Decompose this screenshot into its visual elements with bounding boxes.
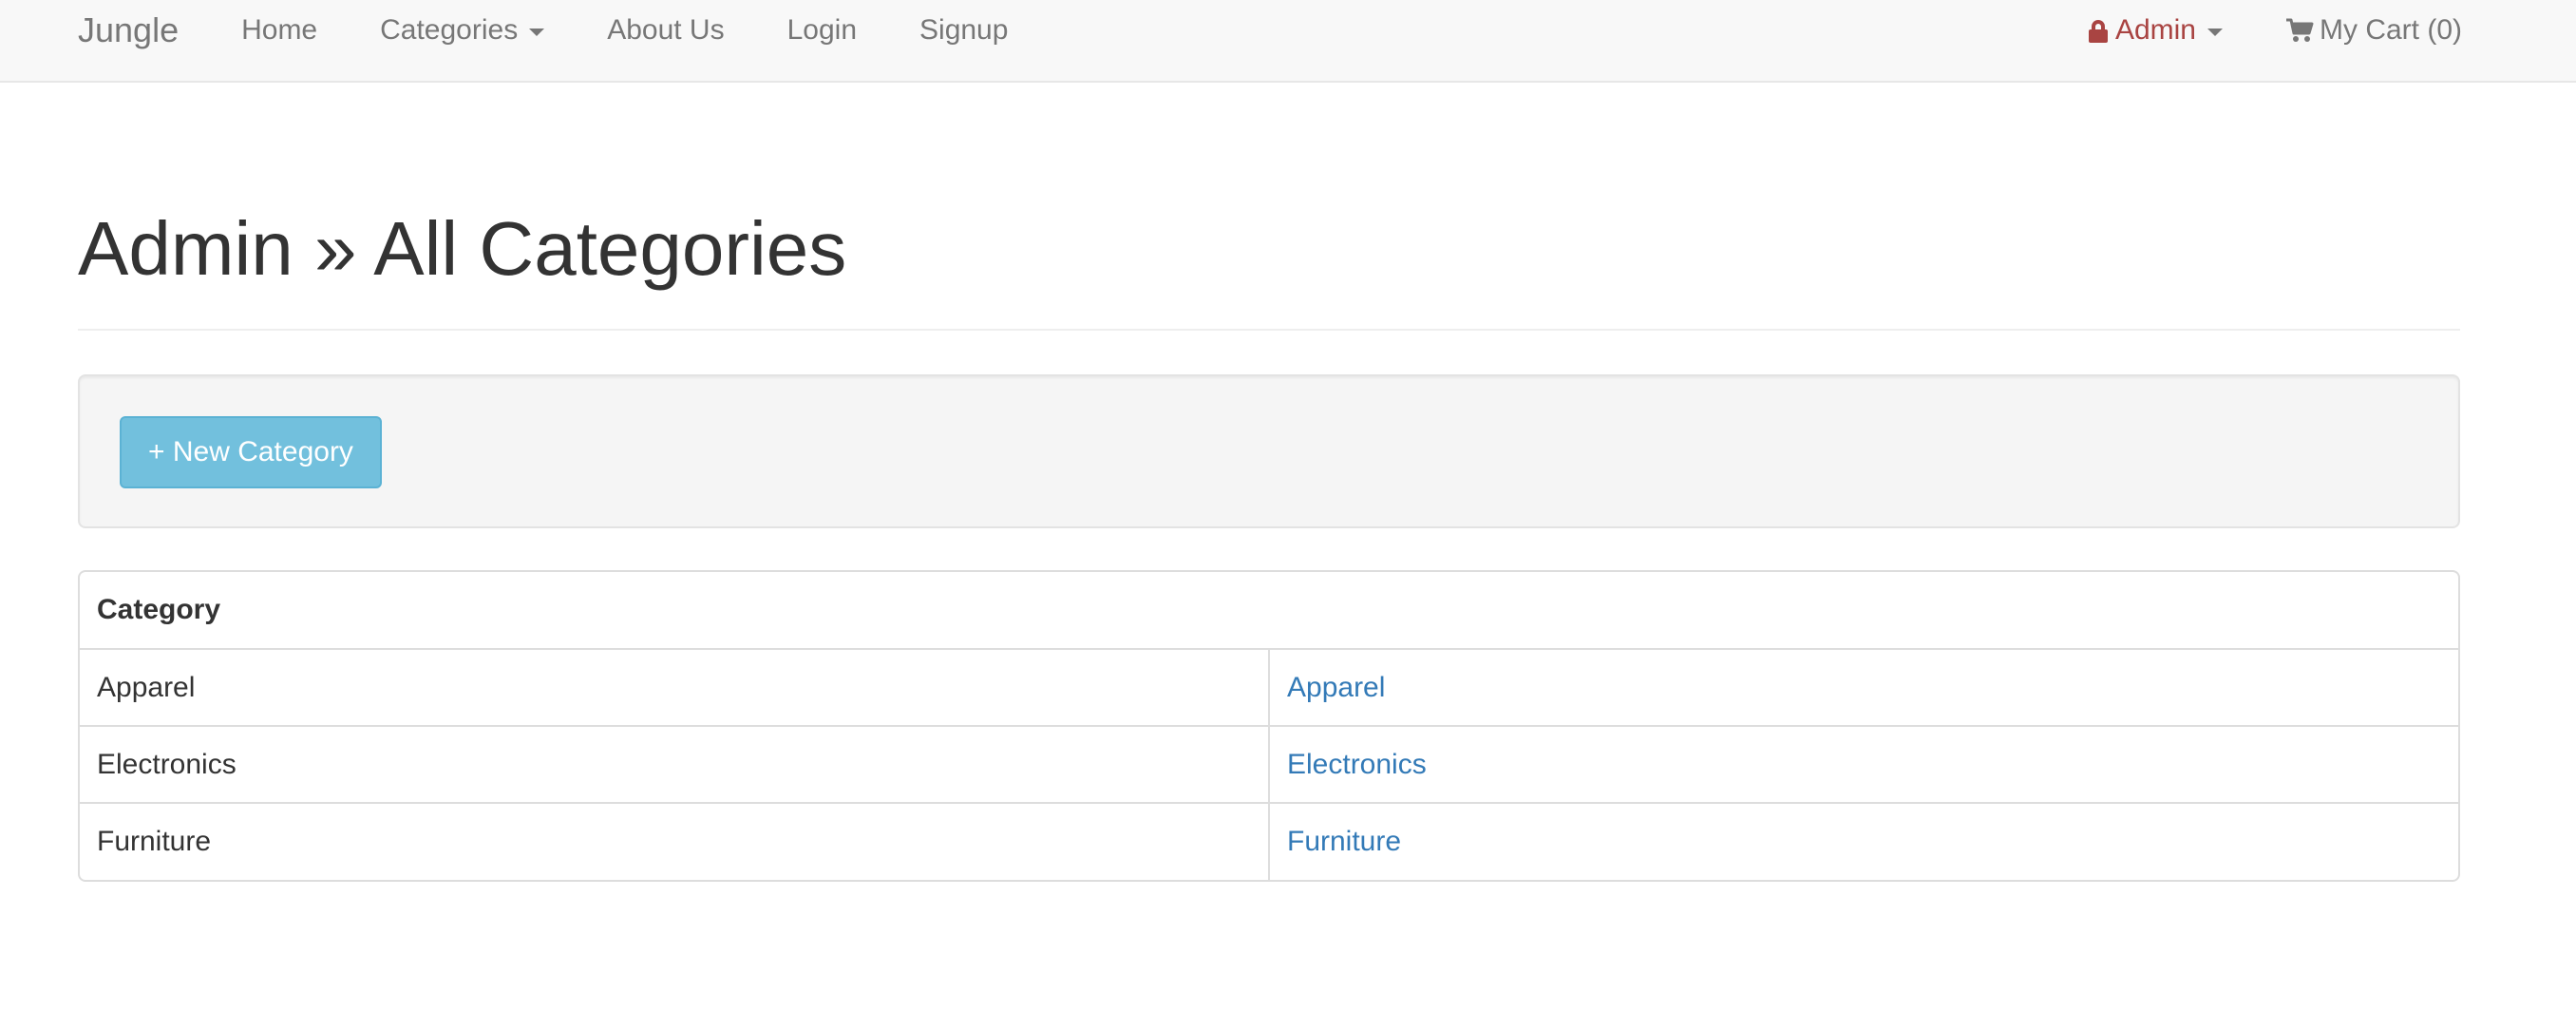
category-name-cell: Apparel (80, 649, 1270, 726)
header-divider (78, 329, 2460, 331)
category-link[interactable]: Electronics (1287, 749, 1427, 780)
nav-about-link[interactable]: About Us (607, 14, 724, 47)
nav-categories-dropdown[interactable]: Categories (380, 14, 545, 47)
nav-login-link[interactable]: Login (787, 14, 857, 47)
page-title: Admin » All Categories (78, 206, 847, 291)
nav-admin-dropdown[interactable]: Admin (2088, 14, 2223, 47)
category-link-cell: Apparel (1269, 649, 2458, 726)
category-name-cell: Electronics (80, 725, 1270, 803)
category-name-cell: Furniture (80, 802, 1270, 880)
navbar: Jungle Home Categories About Us Login Si… (0, 0, 2576, 83)
category-link-cell: Furniture (1269, 802, 2458, 880)
caret-down-icon (2207, 29, 2223, 36)
nav-categories-label: Categories (380, 14, 519, 46)
actions-well: + New Category (78, 374, 2460, 528)
brand-link[interactable]: Jungle (78, 10, 179, 50)
table-row: Apparel Apparel (80, 649, 2458, 726)
nav-cart-link[interactable]: My Cart (0) (2285, 14, 2462, 47)
lock-icon (2088, 20, 2108, 43)
caret-down-icon (529, 29, 545, 36)
column-header-category: Category (80, 572, 2458, 650)
table-row: Electronics Electronics (80, 725, 2458, 803)
new-category-button[interactable]: + New Category (120, 416, 382, 488)
category-link[interactable]: Apparel (1287, 672, 1385, 703)
nav-home-link[interactable]: Home (241, 14, 317, 47)
table-row: Furniture Furniture (80, 802, 2458, 880)
navbar-right: Admin My Cart (0) (2026, 0, 2462, 61)
table-header-row: Category (80, 572, 2458, 650)
category-link[interactable]: Furniture (1287, 826, 1401, 857)
nav-cart-label: My Cart (0) (2320, 14, 2462, 46)
navbar-left: Jungle Home Categories About Us Login Si… (78, 0, 1070, 61)
nav-signup-link[interactable]: Signup (919, 14, 1008, 47)
category-link-cell: Electronics (1269, 725, 2458, 803)
shopping-cart-icon (2286, 18, 2314, 42)
categories-table-panel: Category Apparel Apparel Electronics Ele… (78, 570, 2460, 882)
nav-admin-label: Admin (2114, 14, 2196, 46)
categories-table: Category Apparel Apparel Electronics Ele… (80, 572, 2458, 880)
